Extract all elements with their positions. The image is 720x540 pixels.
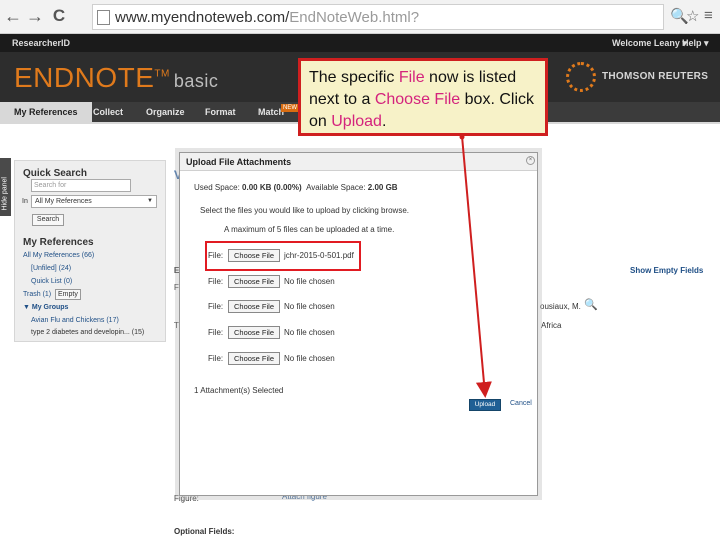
callout-arrow	[459, 134, 492, 398]
